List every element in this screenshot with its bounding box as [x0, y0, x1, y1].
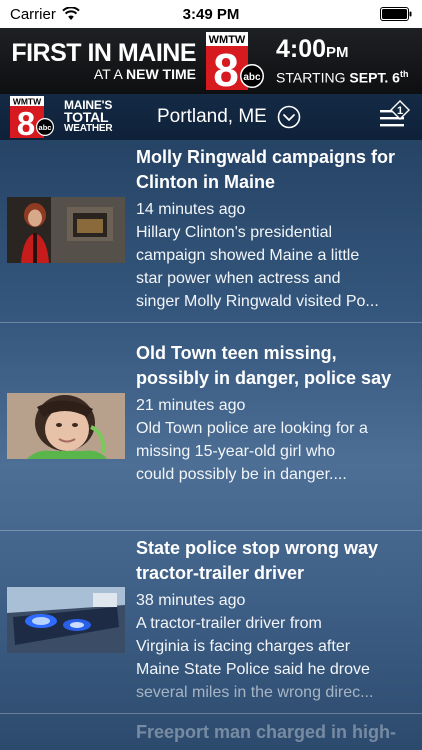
promo-start-suffix: th [399, 69, 409, 80]
article-text: Old Town teen missing, possibly in dange… [136, 341, 410, 486]
article-title-line: Molly Ringwald campaigns for [136, 147, 396, 167]
carrier-label: Carrier [10, 5, 56, 23]
article-text: Freeport man charged in high- [136, 720, 410, 745]
article-title-line: State police stop wrong way [136, 538, 379, 558]
wmtw-logo: WMTW 8 abc [206, 32, 264, 90]
article-summary-line: Hillary Clinton's presidential [136, 224, 333, 241]
promo-time-value: 4:00 [276, 35, 327, 64]
battery-icon [380, 7, 412, 21]
article-thumbnail [7, 197, 125, 263]
article-text: Molly Ringwald campaigns for Clinton in … [136, 145, 410, 313]
article-title: Freeport man charged in high- [136, 722, 397, 742]
header-logo-network: abc [39, 123, 52, 132]
promo-right: 4:00PM STARTING SEPT. 6th [276, 36, 408, 86]
article-title-line: possibly in danger, police say [136, 368, 392, 388]
tagline-line3: WEATHER [64, 123, 113, 134]
promo-sub-bold: NEW TIME [126, 66, 196, 82]
article-title: Molly Ringwald campaigns for Clinton in … [136, 145, 410, 195]
station-header: WMTW 8 abc MAINE'S TOTAL WEATHER Portlan… [0, 94, 422, 140]
wifi-icon [62, 7, 80, 20]
article-summary-line: Maine State Police said he drove [136, 661, 370, 678]
article-summary-line: Old Town police are looking for a [136, 420, 368, 437]
promo-time: 4:00PM [276, 36, 408, 66]
chevron-down-icon [277, 105, 301, 129]
article-title-line: Clinton in Maine [136, 172, 275, 192]
station-tagline: MAINE'S TOTAL WEATHER [64, 99, 128, 135]
promo-start-prefix: STARTING [276, 69, 350, 86]
article-title-line: Old Town teen missing, [136, 343, 337, 363]
article-title: State police stop wrong way tractor-trai… [136, 536, 410, 586]
article-item[interactable]: Molly Ringwald campaigns for Clinton in … [0, 140, 422, 323]
article-summary: Old Town police are looking for a missin… [136, 417, 410, 486]
status-left: Carrier [10, 6, 380, 23]
article-summary-line: could possibly be in danger.... [136, 466, 347, 483]
promo-logo-channel: 8 [213, 44, 239, 90]
promo-start-date: SEPT. 6 [349, 69, 400, 86]
app-screen: Carrier 3:49 PM FIRST IN MAINE AT A NEW … [0, 0, 422, 750]
promo-banner[interactable]: FIRST IN MAINE AT A NEW TIME WMTW 8 abc … [0, 28, 422, 94]
promo-time-ampm: PM [326, 44, 349, 62]
promo-left: FIRST IN MAINE AT A NEW TIME [8, 40, 196, 82]
article-summary-line: missing 15-year-old girl who [136, 443, 336, 460]
article-summary-line: A tractor-trailer driver from [136, 615, 322, 632]
location-selector[interactable]: Portland, ME [157, 94, 301, 140]
article-list: Molly Ringwald campaigns for Clinton in … [0, 140, 422, 750]
header-logo-channel: 8 [17, 105, 35, 138]
article-title: Old Town teen missing, possibly in dange… [136, 341, 410, 391]
article-summary: Hillary Clinton's presidential campaign … [136, 221, 410, 313]
article-item[interactable]: State police stop wrong way tractor-trai… [0, 531, 422, 714]
promo-start: STARTING SEPT. 6th [276, 66, 408, 86]
promo-subline: AT A NEW TIME [94, 66, 196, 82]
menu-icon[interactable]: 1 [378, 98, 412, 132]
article-summary-line: campaign showed Maine a little [136, 247, 360, 264]
article-thumbnail [7, 393, 125, 459]
article-item[interactable]: Freeport man charged in high- [0, 714, 422, 750]
article-item[interactable]: Old Town teen missing, possibly in dange… [0, 323, 422, 531]
status-bar: Carrier 3:49 PM [0, 0, 422, 28]
article-summary-line: Virginia is facing charges after [136, 638, 351, 655]
promo-headline: FIRST IN MAINE [11, 39, 196, 67]
station-logo: WMTW 8 abc [10, 96, 54, 138]
article-thumbnail [7, 587, 125, 653]
article-timestamp: 21 minutes ago [136, 397, 246, 414]
article-title-line: tractor-trailer driver [136, 563, 305, 583]
location-label: Portland, ME [157, 106, 267, 127]
article-summary: A tractor-trailer driver from Virginia i… [136, 612, 410, 704]
article-summary-line: star power when actress and [136, 270, 341, 287]
menu-badge-count: 1 [397, 105, 403, 117]
article-timestamp: 14 minutes ago [136, 201, 246, 218]
tagline-line2: TOTAL [64, 109, 109, 125]
promo-logo-network: abc [243, 72, 261, 83]
article-timestamp: 38 minutes ago [136, 592, 246, 609]
article-text: State police stop wrong way tractor-trai… [136, 536, 410, 704]
article-summary-line: singer Molly Ringwald visited Po... [136, 293, 379, 310]
article-summary-line: several miles in the wrong direc... [136, 684, 374, 701]
status-right [380, 7, 412, 21]
promo-sub-thin: AT A [93, 66, 126, 82]
